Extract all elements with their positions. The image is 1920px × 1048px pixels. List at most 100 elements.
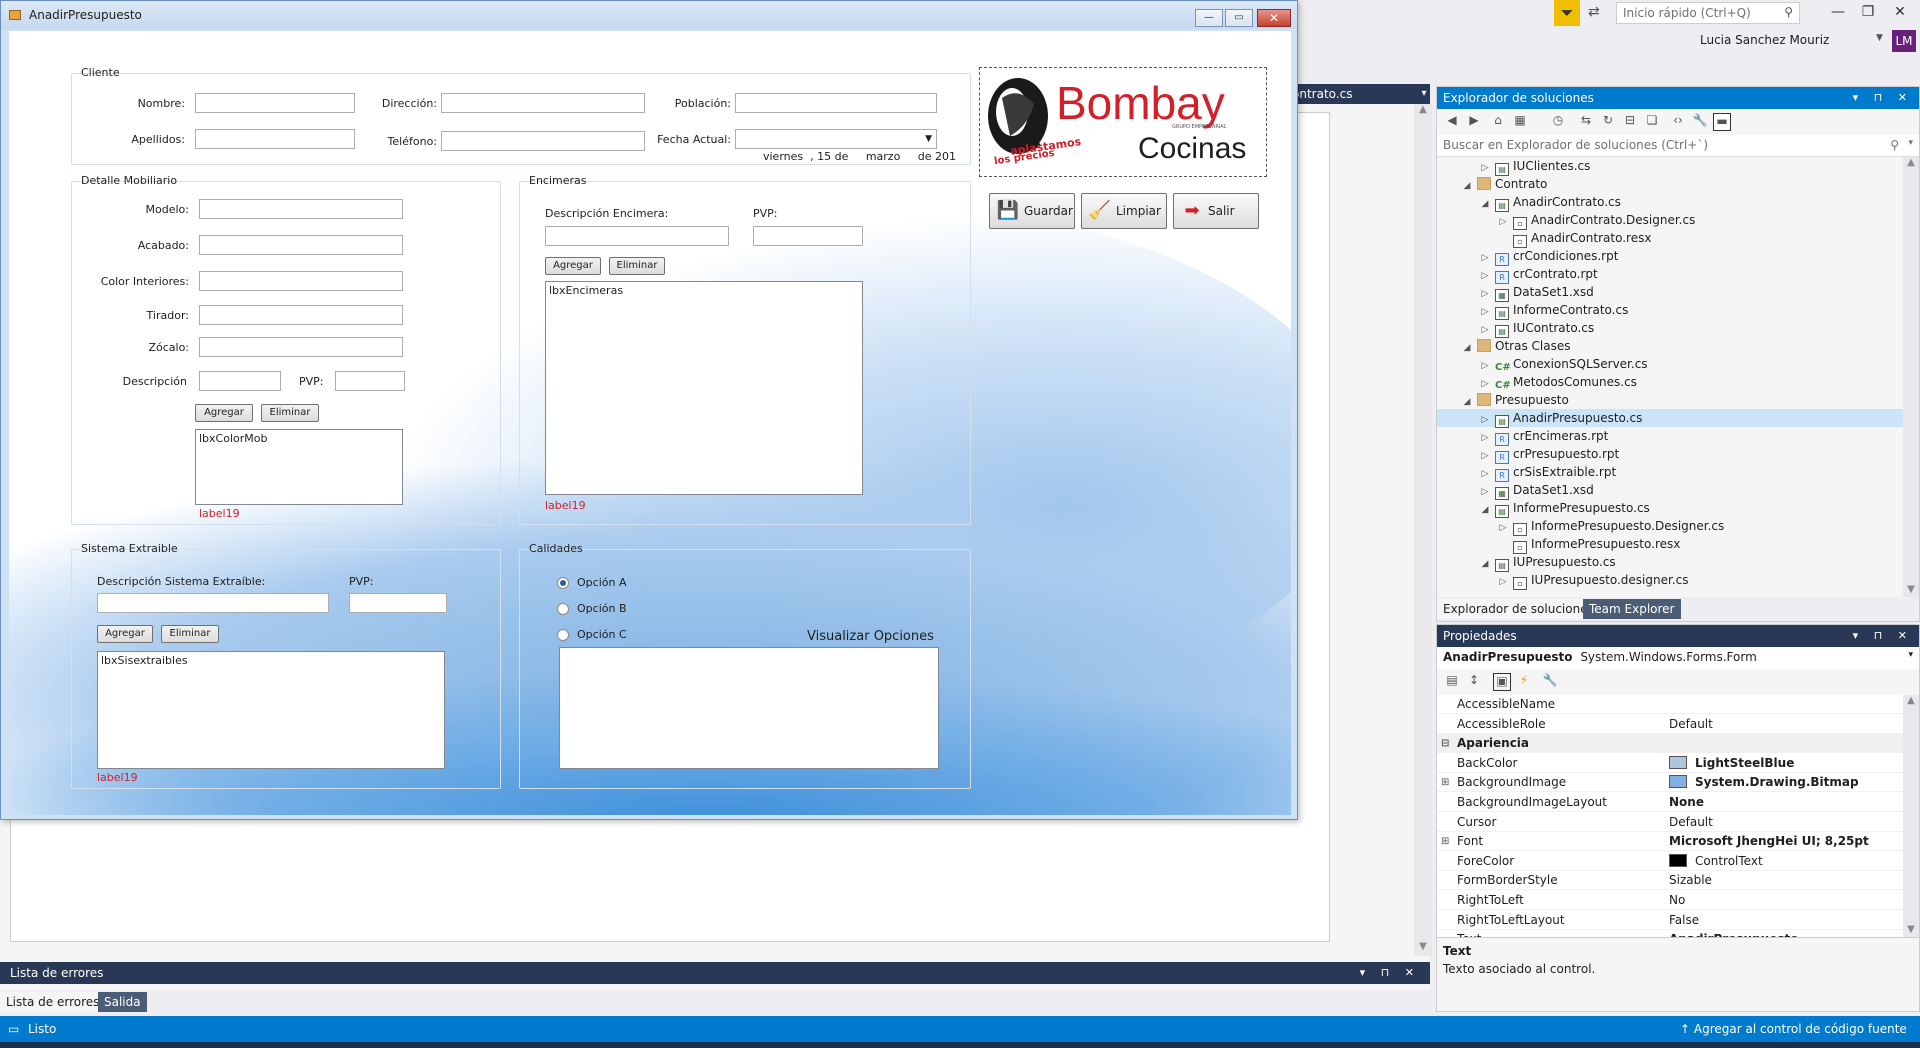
expand-icon[interactable]: ⊞ [1441,832,1449,851]
property-row[interactable]: RightToLeft No [1437,891,1903,910]
solution-tree-item[interactable]: ▷ RcrCondiciones.rpt [1437,247,1903,266]
property-pages-icon[interactable]: 🔧 [1541,673,1559,691]
apellidos-input[interactable] [195,129,355,149]
scroll-up-icon[interactable]: ▲ [1414,104,1432,115]
error-list-title[interactable]: Lista de errores ▾ ⊓ ✕ [0,962,1430,984]
guardar-button[interactable]: 💾 Guardar [989,193,1075,229]
sync-icon[interactable]: ⇆ [1577,113,1595,131]
fecha-datepicker[interactable]: viernes , 15 de marzo de 201 ▼ [735,129,956,163]
quick-launch-input[interactable]: Inicio rápido (Ctrl+Q) ⚲ [1616,2,1800,24]
solution-tree-item[interactable]: ▷ ▫ AnadirContrato.Designer.cs [1437,211,1903,230]
scroll-up-icon[interactable]: ▲ [1903,695,1919,706]
poblacion-input[interactable] [735,93,937,113]
history-icon[interactable]: ◷ [1549,113,1567,131]
forward-icon[interactable]: ▶ [1465,113,1483,131]
property-value[interactable]: Microsoft JhengHei UI; 8,25pt [1669,832,1869,851]
solution-tree-item[interactable]: ▷ RcrEncimeras.rpt [1437,427,1903,446]
solution-tree-item[interactable]: ▷ ▦ DataSet1.xsd [1437,481,1903,500]
minimize-icon[interactable]: — [1826,4,1850,20]
property-value[interactable]: AnadirPresupuesto [1669,930,1798,937]
events-icon[interactable]: ⚡ [1515,673,1533,691]
property-row[interactable]: BackgroundImageLayout None [1437,793,1903,812]
descripcion-sistema-input[interactable] [97,593,329,613]
telefono-input[interactable] [441,131,645,151]
close-icon[interactable]: ✕ [1888,4,1912,20]
solution-tree-item[interactable]: ▷ C# ConexionSQLServer.cs [1437,355,1903,373]
solution-tree-item[interactable]: ▷ ▫ InformePresupuesto.Designer.cs [1437,517,1903,536]
solution-tree-item[interactable]: ▷ ▤ InformeContrato.cs [1437,301,1903,320]
scroll-down-icon[interactable]: ▼ [1903,584,1919,595]
user-name[interactable]: Lucia Sanchez Mouriz [1700,33,1829,47]
solution-tree-item[interactable]: ▷ C# MetodosComunes.cs [1437,373,1903,391]
categorized-icon[interactable]: ▤ [1443,673,1461,691]
opcion-c-radio[interactable] [557,629,569,641]
solution-tree-item[interactable]: ◢ ▤ AnadirContrato.cs [1437,193,1903,212]
avatar[interactable]: LM [1892,30,1916,52]
tab-dropdown-icon[interactable]: ▾ [1414,84,1434,104]
opcion-b-radio[interactable] [557,603,569,615]
solution-tree-item[interactable]: ▷ ▤ IUClientes.cs [1437,157,1903,176]
switch-views-icon[interactable]: ▦ [1511,113,1529,131]
property-grid-scrollbar[interactable]: ▲ ▼ [1903,695,1919,937]
view-code-icon[interactable]: ‹› [1669,113,1687,131]
property-value[interactable]: LightSteelBlue [1669,754,1794,773]
encimeras-listbox[interactable]: lbxEncimeras [545,281,863,495]
restore-icon[interactable]: ❐ [1856,4,1880,20]
panel-controls[interactable]: ▾ ⊓ ✕ [1853,87,1913,109]
expand-arrow-icon[interactable]: ▷ [1497,573,1509,591]
scroll-up-icon[interactable]: ▲ [1903,157,1919,168]
agregar-button[interactable]: Agregar [97,625,153,643]
solution-tree-item[interactable]: ◢ ▤ InformePresupuesto.cs [1437,499,1903,518]
expand-icon[interactable]: ⊞ [1441,773,1449,792]
solution-tree-scrollbar[interactable]: ▲ ▼ [1903,157,1919,597]
property-row[interactable]: AccessibleName [1437,695,1903,714]
property-row[interactable]: ⊞ Font Microsoft JhengHei UI; 8,25pt [1437,832,1903,852]
panel-controls[interactable]: ▾ ⊓ ✕ [1853,625,1913,647]
tab-team-explorer[interactable]: Team Explorer [1583,599,1681,619]
solution-explorer-title[interactable]: Explorador de soluciones ▾ ⊓ ✕ [1437,87,1919,109]
tab-solution-explorer[interactable]: Explorador de soluciones [1437,599,1600,619]
property-row[interactable]: ForeColor ControlText [1437,852,1903,871]
property-value[interactable]: No [1669,891,1685,910]
property-row[interactable]: Cursor Default [1437,813,1903,832]
solution-tree-item[interactable]: ▷ RcrSisExtraible.rpt [1437,463,1903,482]
zocalo-input[interactable] [199,337,403,357]
solution-tree-item[interactable]: ▷ RcrContrato.rpt [1437,265,1903,284]
sisextraibles-listbox[interactable]: lbxSisextraibles [97,651,445,769]
solution-tree-item[interactable]: ▫ AnadirContrato.resx [1437,229,1903,248]
property-row[interactable]: AccessibleRole Default [1437,715,1903,734]
property-value[interactable]: System.Drawing.Bitmap [1669,773,1859,792]
agregar-button[interactable]: Agregar [545,257,601,275]
solution-tree-item[interactable]: ▷ ▤ IUContrato.cs [1437,319,1903,338]
designer-scrollbar[interactable]: ▲ ▼ [1414,104,1432,956]
chevron-down-icon[interactable]: ▾ [1908,138,1913,148]
agregar-button[interactable]: Agregar [195,404,253,422]
property-row[interactable]: Text AnadirPresupuesto [1437,930,1903,937]
property-row[interactable]: ⊞ BackgroundImage System.Drawing.Bitmap [1437,773,1903,793]
visualizar-opciones-box[interactable] [559,647,939,769]
solution-search-input[interactable]: Buscar en Explorador de soluciones (Ctrl… [1437,135,1919,157]
maximize-icon[interactable]: ▭ [1225,9,1253,27]
descripcion-input[interactable] [199,371,281,391]
chevron-down-icon[interactable]: ▾ [1908,650,1913,660]
home-icon[interactable]: ⌂ [1489,113,1507,131]
tirador-input[interactable] [199,305,403,325]
eliminar-button[interactable]: Eliminar [609,257,665,275]
property-value[interactable]: False [1669,911,1699,930]
property-row[interactable]: BackColor LightSteelBlue [1437,754,1903,773]
properties-object-selector[interactable]: AnadirPresupuesto System.Windows.Forms.F… [1437,647,1919,669]
limpiar-button[interactable]: 🧹 Limpiar [1081,193,1167,229]
properties-wrench-icon[interactable]: 🔧 [1691,113,1709,131]
opcion-a-radio[interactable] [557,577,569,589]
tab-error-list[interactable]: Lista de errores [0,992,106,1012]
scroll-down-icon[interactable]: ▼ [1414,941,1432,952]
connect-icon[interactable]: ⇄ [1588,4,1600,20]
property-value[interactable]: Default [1669,715,1713,734]
collapse-all-icon[interactable]: ⊟ [1621,113,1639,131]
tab-output[interactable]: Salida [98,992,147,1012]
preview-icon[interactable]: ▬ [1713,113,1731,131]
property-row[interactable]: RightToLeftLayout False [1437,911,1903,930]
show-all-files-icon[interactable]: ❏ [1643,113,1661,131]
eliminar-button[interactable]: Eliminar [261,404,319,422]
pvp-input[interactable] [753,226,863,246]
